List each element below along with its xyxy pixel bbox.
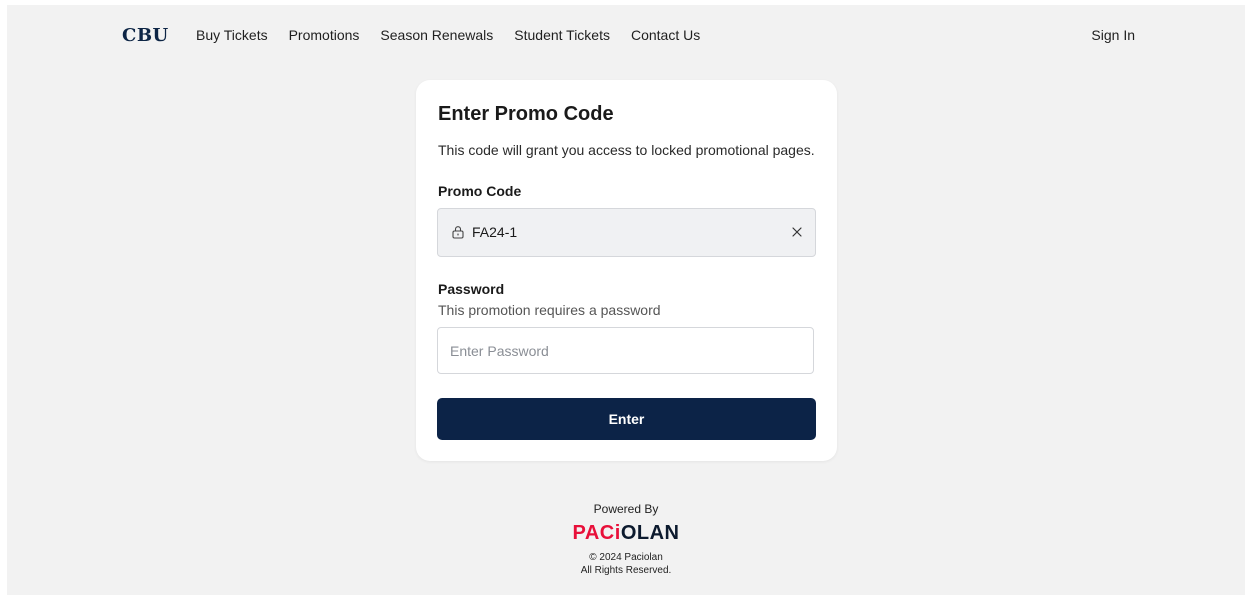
paciolan-logo-dark: OLAN xyxy=(620,522,680,544)
nav-item-student-tickets[interactable]: Student Tickets xyxy=(514,27,610,43)
enter-button[interactable]: Enter xyxy=(437,398,816,440)
site-footer: Powered By PACiOLAN © 2024 Paciolan All … xyxy=(7,502,1245,577)
password-label: Password xyxy=(438,281,505,297)
nav-item-season-renewals[interactable]: Season Renewals xyxy=(380,27,493,43)
paciolan-logo[interactable]: PACiOLAN xyxy=(7,522,1245,545)
page-frame: CBU Buy Tickets Promotions Season Renewa… xyxy=(7,5,1245,595)
copyright-text: © 2024 Paciolan All Rights Reserved. xyxy=(7,551,1245,577)
promo-code-label: Promo Code xyxy=(438,183,522,199)
nav-item-promotions[interactable]: Promotions xyxy=(289,27,360,43)
cbu-logo[interactable]: CBU xyxy=(122,25,169,46)
password-input[interactable] xyxy=(437,327,814,374)
nav-item-contact-us[interactable]: Contact Us xyxy=(631,27,700,43)
powered-by-text: Powered By xyxy=(593,502,659,516)
copyright-line: © 2024 Paciolan xyxy=(589,552,663,563)
card-title: Enter Promo Code xyxy=(438,103,614,125)
paciolan-logo-red: PACi xyxy=(572,522,621,544)
card-subtitle: This code will grant you access to locke… xyxy=(438,142,815,158)
close-icon[interactable] xyxy=(791,226,803,238)
site-header: CBU Buy Tickets Promotions Season Renewa… xyxy=(7,5,1245,65)
sign-in-link[interactable]: Sign In xyxy=(1091,27,1135,43)
promo-code-card: Enter Promo Code This code will grant yo… xyxy=(416,80,837,461)
promo-code-field[interactable]: FA24-1 xyxy=(437,208,816,257)
password-hint: This promotion requires a password xyxy=(438,302,661,318)
rights-line: All Rights Reserved. xyxy=(580,565,672,576)
promo-code-value: FA24-1 xyxy=(472,224,518,240)
nav-item-buy-tickets[interactable]: Buy Tickets xyxy=(196,27,268,43)
lock-icon xyxy=(452,226,464,239)
main-nav: Buy Tickets Promotions Season Renewals S… xyxy=(196,27,700,43)
